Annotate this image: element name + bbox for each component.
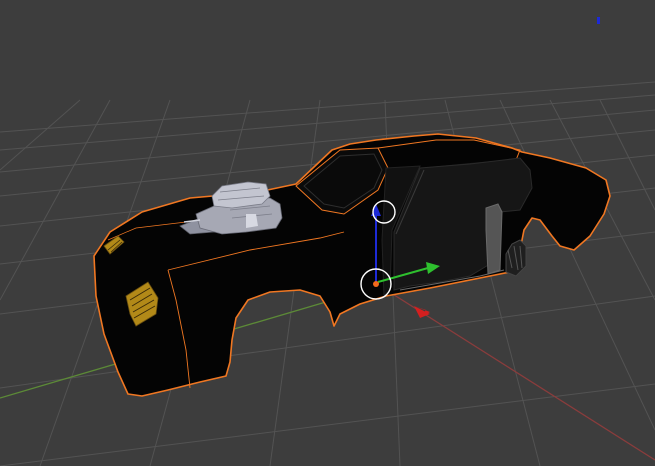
3d-viewport[interactable]: [0, 0, 655, 466]
object-origin-dot: [373, 281, 379, 287]
rear-window-opening: [485, 203, 503, 275]
viewport-canvas[interactable]: [0, 0, 655, 466]
car-body[interactable]: [93, 133, 611, 397]
mini-axis-icon: [597, 17, 600, 24]
